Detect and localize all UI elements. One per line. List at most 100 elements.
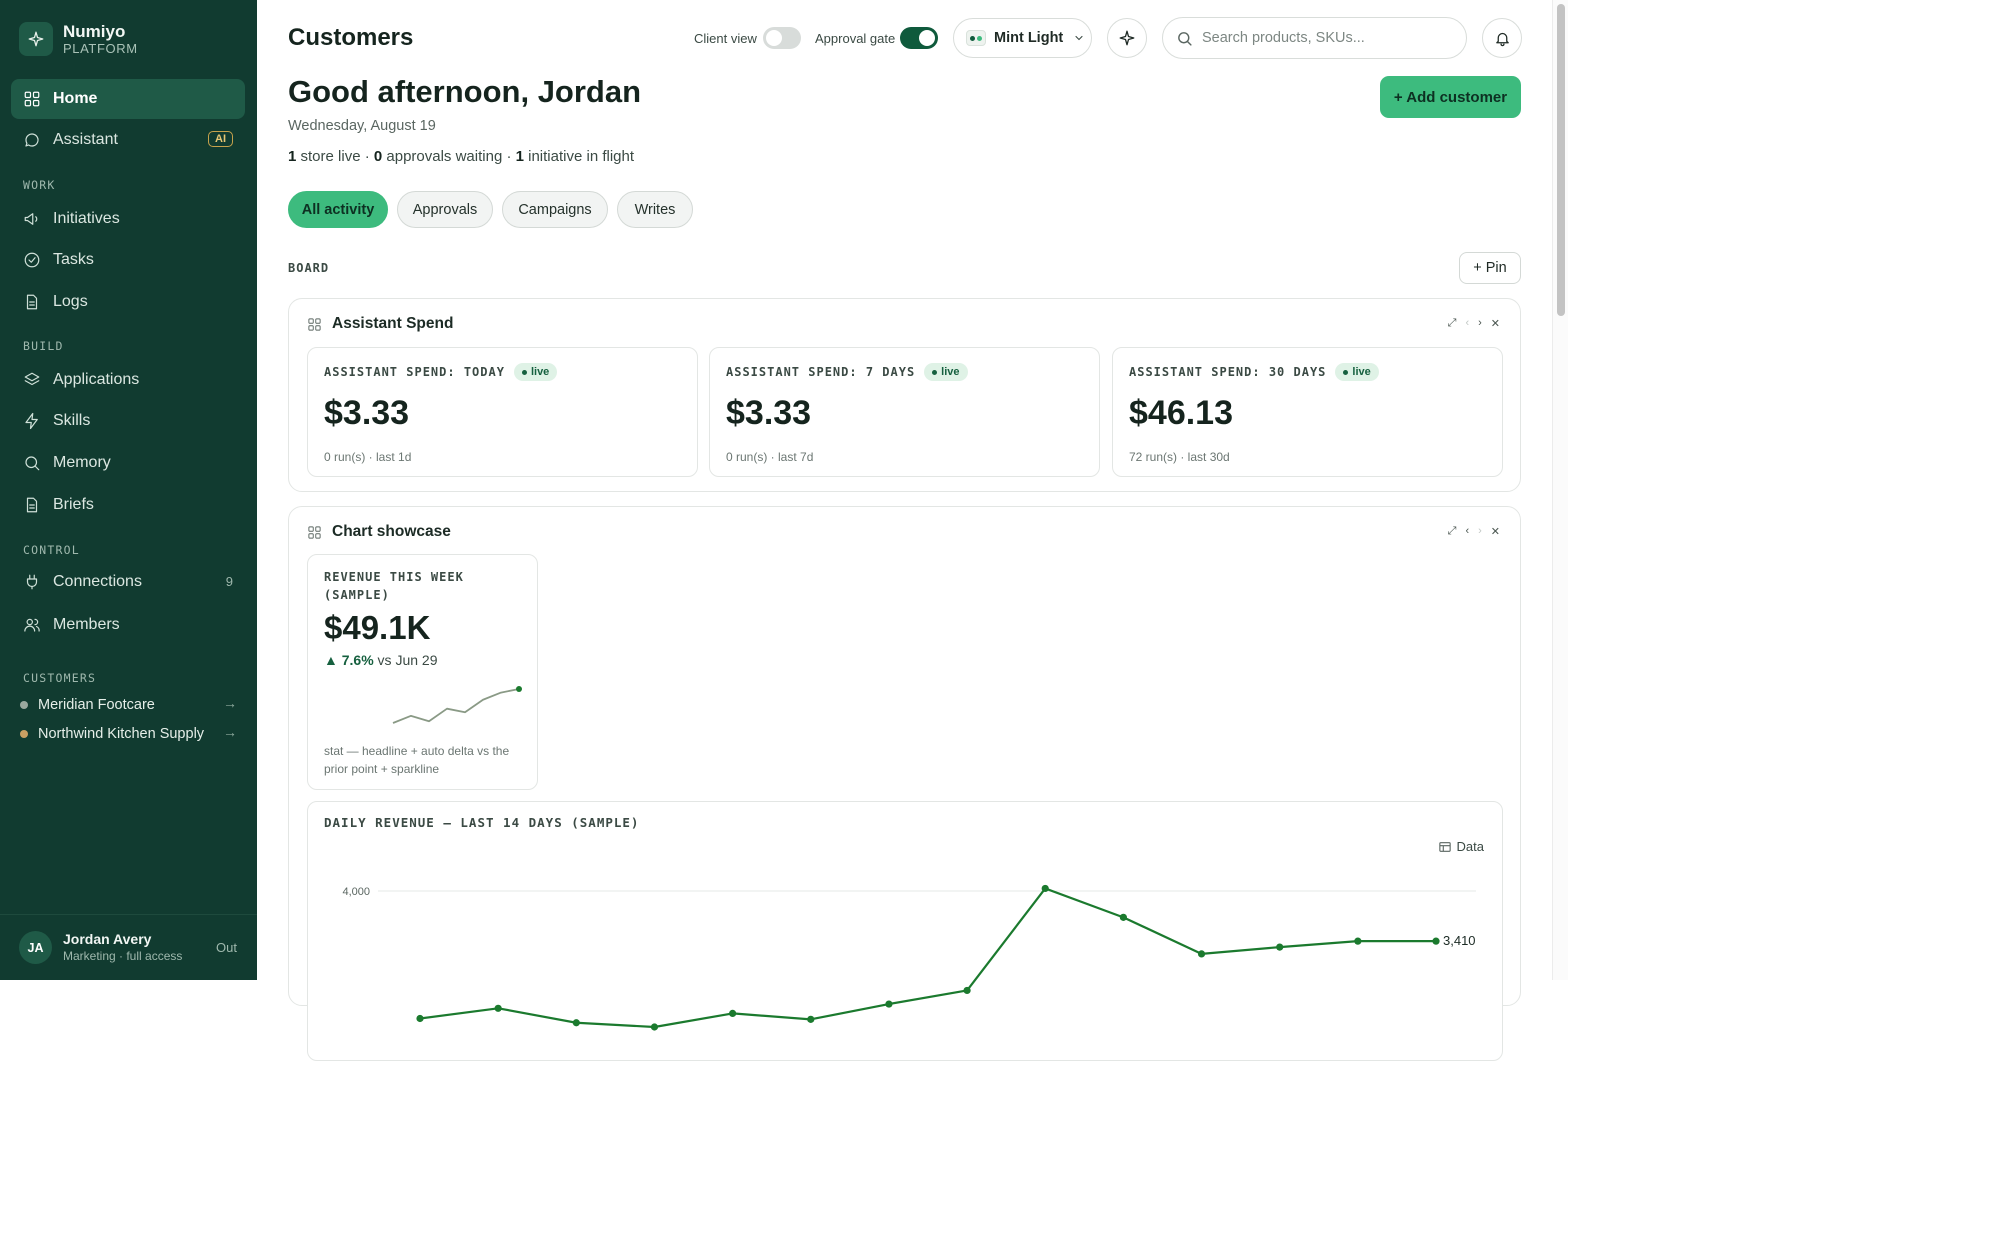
- connections-count: 9: [225, 574, 233, 589]
- panel-controls: ⤢ ‹ › ✕: [1448, 525, 1500, 538]
- bell-icon: [1494, 30, 1511, 47]
- data-button[interactable]: Data: [1438, 839, 1484, 854]
- assistant-sparkle-button[interactable]: [1107, 18, 1147, 58]
- search-input[interactable]: [1202, 30, 1452, 46]
- avatar[interactable]: JA: [19, 931, 52, 964]
- sidebar-item-label: Connections: [53, 573, 142, 590]
- customer-item[interactable]: Meridian Footcare →: [20, 694, 245, 716]
- filter-all-activity[interactable]: All activity: [288, 191, 388, 228]
- sidebar-item-applications[interactable]: Applications: [11, 360, 245, 400]
- filter-writes[interactable]: Writes: [617, 191, 693, 228]
- current-date: Wednesday, August 19: [288, 118, 436, 134]
- sidebar-item-connections[interactable]: Connections 9: [11, 562, 245, 602]
- customer-name: Northwind Kitchen Supply: [38, 726, 205, 742]
- grid-icon: [308, 317, 321, 331]
- approval-gate-toggle[interactable]: [900, 27, 938, 49]
- grid-icon: [308, 525, 321, 539]
- main-content: Customers Client view Approval gate Mint…: [257, 0, 1552, 1061]
- sidebar-item-assistant[interactable]: Assistant AI: [11, 120, 245, 160]
- user-role: Marketing · full access: [63, 948, 183, 963]
- card-label-text: ASSISTANT SPEND: TODAY: [324, 365, 505, 379]
- sidebar-item-memory[interactable]: Memory: [11, 443, 245, 483]
- data-point: [1432, 937, 1440, 945]
- live-text: live: [941, 366, 960, 378]
- sidebar-item-initiatives[interactable]: Initiatives: [11, 199, 245, 239]
- data-point: [572, 1019, 580, 1027]
- sidebar-item-label: Briefs: [53, 496, 94, 513]
- sidebar-item-briefs[interactable]: Briefs: [11, 485, 245, 525]
- brand-subtitle: PLATFORM: [63, 40, 138, 56]
- card-value: $3.33: [324, 394, 410, 432]
- close-icon[interactable]: ✕: [1491, 525, 1500, 538]
- section-label-customers: CUSTOMERS: [23, 671, 97, 685]
- filter-approvals[interactable]: Approvals: [397, 191, 493, 228]
- card-label: ASSISTANT SPEND: 30 DAYS live: [1129, 363, 1379, 381]
- scrollbar-thumb[interactable]: [1557, 4, 1565, 316]
- initiatives-text: initiative in flight: [523, 148, 635, 165]
- assistant-spend-panel: Assistant Spend ⤢ ‹ › ✕ ASSISTANT SPEND:…: [288, 298, 1521, 492]
- notifications-button[interactable]: [1482, 18, 1522, 58]
- page-title: Customers: [288, 24, 414, 51]
- lightning-icon: [23, 412, 41, 430]
- approvals-text: approvals waiting ·: [382, 148, 516, 165]
- sidebar-item-logs[interactable]: Logs: [11, 282, 245, 322]
- document-icon: [23, 293, 41, 311]
- search-box[interactable]: [1162, 17, 1467, 59]
- customer-dot: [20, 730, 28, 738]
- theme-select[interactable]: Mint Light: [953, 18, 1092, 58]
- brand[interactable]: Numiyo PLATFORM: [19, 22, 138, 57]
- data-point: [650, 1023, 659, 1031]
- sparkline-chart: [392, 686, 522, 724]
- data-point: [963, 986, 971, 995]
- panel-header: Chart showcase: [307, 523, 451, 541]
- scrollbar[interactable]: [1552, 0, 1568, 980]
- check-circle-icon: [23, 251, 41, 269]
- sidebar-item-tasks[interactable]: Tasks: [11, 240, 245, 280]
- sidebar-item-label: Home: [53, 90, 98, 107]
- y-tick-label: 4,000: [342, 886, 370, 898]
- chevron-left-icon[interactable]: ‹: [1465, 317, 1469, 330]
- filter-campaigns[interactable]: Campaigns: [502, 191, 608, 228]
- pin-button[interactable]: + Pin: [1459, 252, 1521, 284]
- close-icon[interactable]: ✕: [1491, 317, 1500, 330]
- initiatives-count: 1: [515, 148, 524, 165]
- arrow-right-icon: →: [223, 724, 237, 740]
- expand-icon[interactable]: ⤢: [1448, 317, 1457, 330]
- spend-card-today: ASSISTANT SPEND: TODAY live $3.33 0 run(s…: [307, 347, 698, 477]
- sparkline-last-point: [516, 686, 522, 692]
- card-subtext: 72 run(s) · last 30d: [1129, 450, 1230, 464]
- plug-icon: [23, 573, 41, 591]
- customer-item[interactable]: Northwind Kitchen Supply →: [20, 723, 245, 745]
- customer-name: Meridian Footcare: [38, 697, 155, 713]
- chevron-right-icon[interactable]: ›: [1478, 317, 1482, 330]
- data-point: [1354, 937, 1362, 945]
- data-point: [1119, 913, 1127, 921]
- theme-select-value: Mint Light: [994, 30, 1064, 46]
- panel-controls: ⤢ ‹ › ✕: [1448, 317, 1500, 330]
- sidebar-item-members[interactable]: Members: [11, 605, 245, 645]
- add-customer-button[interactable]: + Add customer: [1380, 76, 1521, 118]
- data-button-label: Data: [1456, 839, 1484, 854]
- table-icon: [1438, 841, 1451, 852]
- chevron-left-icon[interactable]: ‹: [1465, 525, 1469, 538]
- document-icon: [23, 496, 41, 514]
- sidebar-item-skills[interactable]: Skills: [11, 401, 245, 441]
- sparkline-series-line: [392, 688, 520, 724]
- grid-icon: [23, 90, 41, 108]
- sidebar-item-home[interactable]: Home: [11, 79, 245, 119]
- section-label-work: WORK: [23, 178, 56, 192]
- chevron-right-icon[interactable]: ›: [1478, 525, 1482, 538]
- expand-icon[interactable]: ⤢: [1448, 525, 1457, 538]
- client-view-toggle[interactable]: [763, 27, 801, 49]
- delta-percent: 7.6%: [341, 652, 374, 668]
- user-name: Jordan Avery: [63, 931, 152, 948]
- sidebar-item-label: Skills: [53, 412, 91, 429]
- sidebar: Numiyo PLATFORM Home Assistant AI WORK I…: [0, 0, 257, 980]
- status-summary: 1 store live · 0 approvals waiting · 1 i…: [288, 148, 634, 165]
- live-badge: live: [924, 363, 968, 381]
- data-point: [494, 1004, 502, 1012]
- layers-icon: [23, 371, 41, 389]
- card-value: $46.13: [1129, 394, 1233, 432]
- chart-title: DAILY REVENUE — LAST 14 DAYS (SAMPLE): [324, 815, 640, 830]
- sign-out-button[interactable]: Out: [216, 940, 237, 955]
